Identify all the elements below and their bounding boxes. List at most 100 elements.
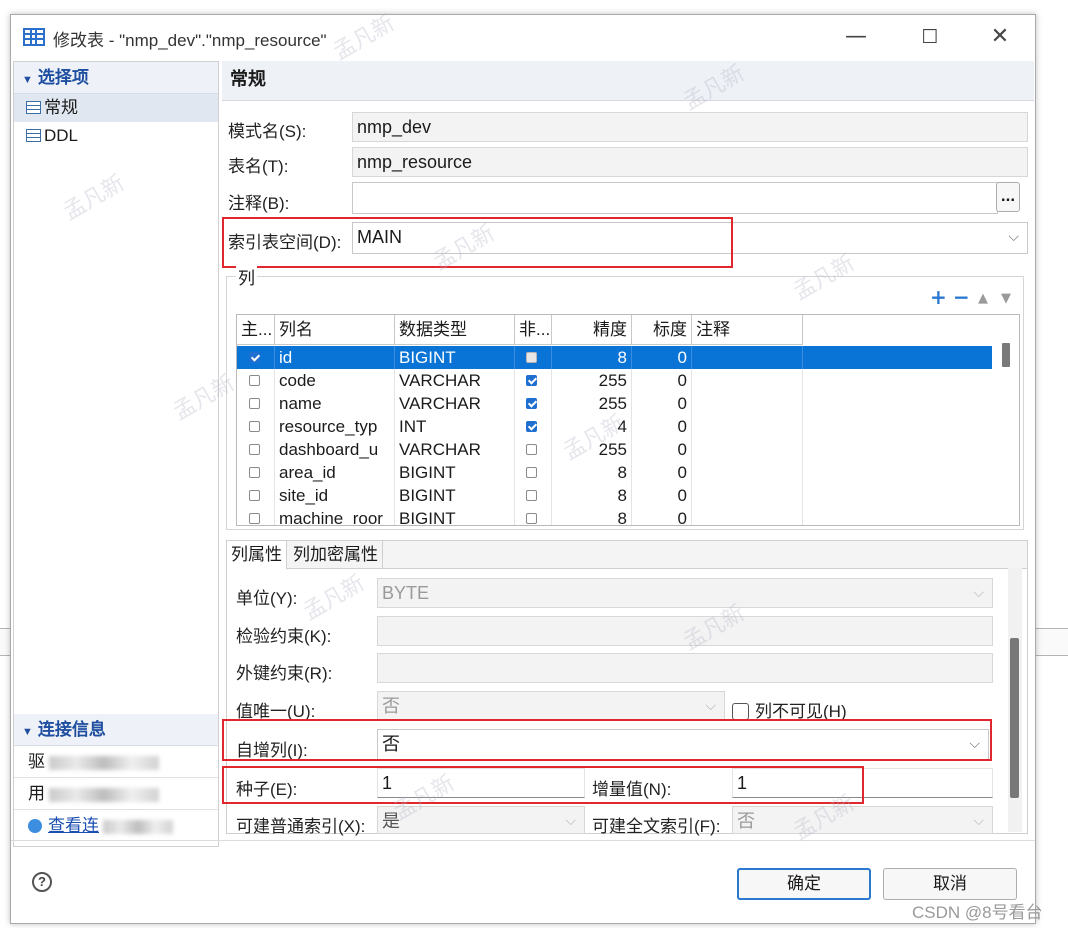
table-row[interactable]: id BIGINT 8 0 (237, 346, 992, 369)
not-null-checkbox[interactable] (526, 352, 537, 363)
not-null-checkbox[interactable] (526, 467, 537, 478)
col-header-comment[interactable]: 注释 (692, 315, 803, 345)
view-connection-link[interactable]: 查看连 (48, 816, 99, 835)
not-null-checkbox[interactable] (526, 398, 537, 409)
connection-section-header[interactable]: ▼ 连接信息 (14, 714, 218, 746)
table-row[interactable]: area_id BIGINT 8 0 (237, 461, 992, 484)
maximize-button[interactable]: ☐ (907, 23, 953, 51)
collapse-triangle-icon: ▼ (22, 726, 33, 738)
connection-driver-row: 驱 (14, 746, 218, 778)
col-header-notnull[interactable]: 非... (515, 315, 552, 345)
primary-key-checkbox[interactable] (249, 421, 260, 432)
pk-cell (237, 415, 275, 438)
schema-label: 模式名(S): (228, 122, 307, 141)
cell-scale: 0 (632, 507, 692, 525)
move-down-icon[interactable]: ▼ (1001, 291, 1011, 306)
list-icon (26, 101, 41, 114)
not-null-checkbox[interactable] (526, 490, 537, 501)
help-icon[interactable]: ? (32, 872, 52, 892)
primary-key-checkbox[interactable] (249, 375, 260, 386)
cell-type: BIGINT (395, 461, 515, 484)
primary-key-checkbox[interactable] (249, 490, 260, 501)
unique-select[interactable]: 否 ⌵ (377, 691, 725, 721)
remove-column-icon[interactable]: − (953, 285, 970, 309)
pk-cell (237, 392, 275, 415)
table-row[interactable]: machine_roor BIGINT 8 0 (237, 507, 992, 525)
left-navigation-pane: ▼ 选择项 常规 DDL ▼ 连接信息 驱 用 查看连 (13, 61, 219, 847)
tab-column-encryption[interactable]: 列加密属性 (289, 541, 383, 569)
fulltext-index-select[interactable]: 否 ⌵ (732, 806, 993, 834)
nav-item-label: 常规 (44, 98, 78, 117)
table-scrollbar[interactable] (993, 315, 1019, 525)
primary-key-checkbox[interactable] (249, 444, 260, 455)
table-row[interactable]: code VARCHAR 255 0 (237, 369, 992, 392)
cell-type: VARCHAR (395, 392, 515, 415)
primary-key-checkbox[interactable] (249, 513, 260, 524)
identity-value: 否 (382, 734, 400, 754)
ok-button[interactable]: 确定 (737, 868, 871, 900)
comment-input[interactable] (352, 182, 998, 214)
table-row[interactable]: dashboard_u VARCHAR 255 0 (237, 438, 992, 461)
connection-info-section: ▼ 连接信息 驱 用 查看连 (14, 714, 218, 842)
not-null-cell (515, 484, 552, 507)
filler-cell (803, 438, 992, 461)
primary-key-checkbox[interactable] (249, 398, 260, 409)
add-column-icon[interactable]: + (930, 285, 947, 309)
col-header-scale[interactable]: 标度 (632, 315, 692, 345)
not-null-cell (515, 392, 552, 415)
col-header-precision[interactable]: 精度 (552, 315, 632, 345)
fulltext-index-label: 可建全文索引(F): (592, 817, 721, 836)
invisible-checkbox-row[interactable]: 列不可见(H) (732, 697, 847, 722)
cancel-button[interactable]: 取消 (883, 868, 1017, 900)
index-tablespace-select[interactable]: MAIN ⌵ (352, 222, 1028, 254)
filler-cell (803, 392, 992, 415)
pk-cell (237, 461, 275, 484)
not-null-checkbox[interactable] (526, 421, 537, 432)
redacted-value (49, 755, 159, 770)
close-button[interactable]: ✕ (977, 23, 1023, 51)
seed-input[interactable]: 1 (377, 768, 585, 798)
unit-select[interactable]: BYTE ⌵ (377, 578, 993, 608)
filler-cell (803, 507, 992, 525)
view-connection-link-row[interactable]: 查看连 (14, 810, 218, 842)
col-header-name[interactable]: 列名 (275, 315, 395, 345)
primary-key-checkbox[interactable] (249, 467, 260, 478)
table-row[interactable]: resource_typ INT 4 0 (237, 415, 992, 438)
foreign-key-field[interactable] (377, 653, 993, 683)
scroll-thumb[interactable] (1002, 343, 1010, 367)
invisible-checkbox[interactable] (732, 703, 749, 720)
tab-column-properties[interactable]: 列属性 (227, 541, 287, 570)
scroll-thumb[interactable] (1010, 638, 1019, 798)
list-icon (26, 129, 41, 142)
increment-input[interactable]: 1 (732, 768, 993, 798)
table-row[interactable]: name VARCHAR 255 0 (237, 392, 992, 415)
columns-group-title: 列 (236, 264, 257, 289)
nav-item-ddl[interactable]: DDL (14, 122, 218, 150)
col-header-pk[interactable]: 主... (237, 315, 275, 345)
properties-scrollbar[interactable] (1008, 568, 1022, 832)
minimize-button[interactable]: — (833, 23, 879, 51)
comment-edit-button[interactable]: ... (996, 182, 1020, 212)
not-null-checkbox[interactable] (526, 513, 537, 524)
check-constraint-field[interactable] (377, 616, 993, 646)
primary-key-checkbox[interactable] (249, 352, 260, 363)
not-null-checkbox[interactable] (526, 444, 537, 455)
table-row[interactable]: site_id BIGINT 8 0 (237, 484, 992, 507)
nav-item-general[interactable]: 常规 (14, 94, 218, 122)
page-title: 常规 (222, 61, 1034, 101)
normal-index-select[interactable]: 是 ⌵ (377, 806, 585, 834)
not-null-checkbox[interactable] (526, 375, 537, 386)
increment-label: 增量值(N): (592, 780, 672, 799)
cell-scale: 0 (632, 392, 692, 415)
cell-name: area_id (275, 461, 395, 484)
identity-select[interactable]: 否 ⌵ (377, 729, 989, 761)
cell-precision: 255 (552, 369, 632, 392)
pk-cell (237, 369, 275, 392)
selection-section-header[interactable]: ▼ 选择项 (14, 62, 218, 94)
fulltext-index-value: 否 (737, 811, 755, 831)
col-header-type[interactable]: 数据类型 (395, 315, 515, 345)
footer-divider (11, 840, 1035, 841)
filler-cell (803, 346, 992, 369)
move-up-icon[interactable]: ▲ (978, 291, 988, 306)
cell-precision: 8 (552, 346, 632, 369)
